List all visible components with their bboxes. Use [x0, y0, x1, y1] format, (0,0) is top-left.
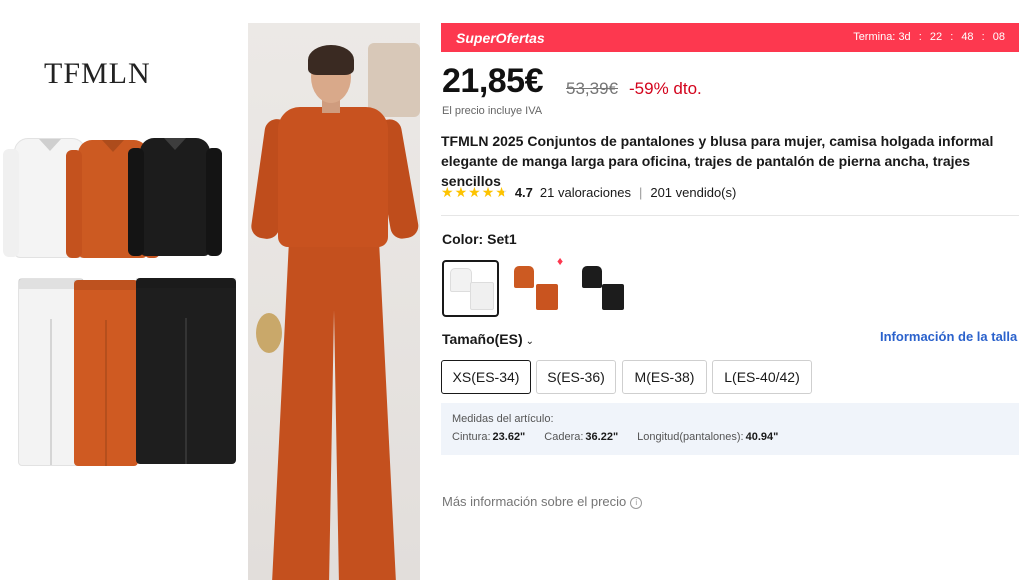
measurement-waist: Cintura: 23.62"	[452, 431, 526, 443]
size-label-text: Tamaño(ES)	[442, 331, 523, 347]
measurements-row: Cintura: 23.62" Cadera: 36.22" Longitud(pa…	[452, 431, 797, 443]
size-option-l[interactable]: L(ES-40/42)	[712, 360, 812, 394]
brand-logo: TFMLN	[44, 57, 151, 90]
color-label: Color: Set1	[442, 231, 517, 247]
price-info-text: Más información sobre el precio	[442, 494, 627, 509]
star-icon: ★	[454, 183, 468, 200]
rating-value: 4.7	[514, 184, 533, 200]
black-shirt-image	[128, 138, 222, 256]
star-icon: ★	[441, 183, 454, 200]
color-swatch-set2[interactable]	[508, 262, 562, 316]
size-guide-link[interactable]: Información de la talla	[880, 329, 1017, 344]
measurements-title: Medidas del artículo:	[452, 413, 554, 425]
orange-pants-image	[74, 280, 138, 466]
countdown-seconds: 08	[992, 31, 1005, 43]
countdown-hours: 22	[929, 31, 943, 43]
info-icon: i	[630, 497, 643, 509]
measurement-length: Longitud(pantalones): 40.94"	[637, 431, 779, 443]
rating-row[interactable]: ★ ★ ★ ★ ★ 4.7 21 valoraciones | 201 vend…	[441, 183, 736, 201]
measurement-hip: Cadera: 36.22"	[544, 431, 619, 443]
color-swatch-set3[interactable]	[574, 262, 628, 316]
size-option-m[interactable]: M(ES-38)	[622, 360, 707, 394]
discount-badge: -59% dto.	[629, 79, 702, 98]
review-count-link[interactable]: 21 valoraciones	[540, 185, 631, 200]
black-pants-image	[136, 278, 236, 464]
promo-countdown: Termina: 3d : 22 : 48 : 08	[853, 31, 1005, 43]
price-info-link[interactable]: Más información sobre el precio i	[442, 494, 643, 509]
chevron-down-icon: ⌄	[525, 336, 535, 347]
sold-count: 201 vendido(s)	[650, 184, 737, 200]
countdown-days: 3d	[898, 31, 911, 43]
model-photo[interactable]	[248, 23, 420, 580]
measurements-box: Medidas del artículo: Cintura: 23.62" Cad…	[441, 403, 1019, 455]
half-star-icon: ★	[495, 183, 508, 200]
rating-divider: |	[638, 184, 643, 200]
size-option-s[interactable]: S(ES-36)	[536, 360, 616, 394]
promo-title: SuperOfertas	[456, 30, 545, 46]
size-label[interactable]: Tamaño(ES) ⌄	[442, 331, 534, 347]
star-icon: ★	[468, 183, 481, 200]
current-price: 21,85€	[442, 62, 544, 100]
original-price: 53,39€	[566, 79, 618, 98]
vat-note: El precio incluye IVA	[442, 105, 543, 117]
color-swatch-set1[interactable]	[442, 260, 499, 317]
section-divider	[441, 215, 1019, 216]
size-option-xs[interactable]: XS(ES-34)	[441, 360, 531, 394]
fire-icon: ♦	[557, 254, 564, 268]
star-icon: ★	[481, 183, 495, 200]
countdown-minutes: 48	[961, 31, 974, 43]
product-title: TFMLN 2025 Conjuntos de pantalones y blu…	[441, 133, 994, 189]
countdown-label: Termina:	[853, 31, 896, 43]
promo-banner: SuperOfertas Termina: 3d : 22 : 48 : 08	[441, 23, 1019, 52]
